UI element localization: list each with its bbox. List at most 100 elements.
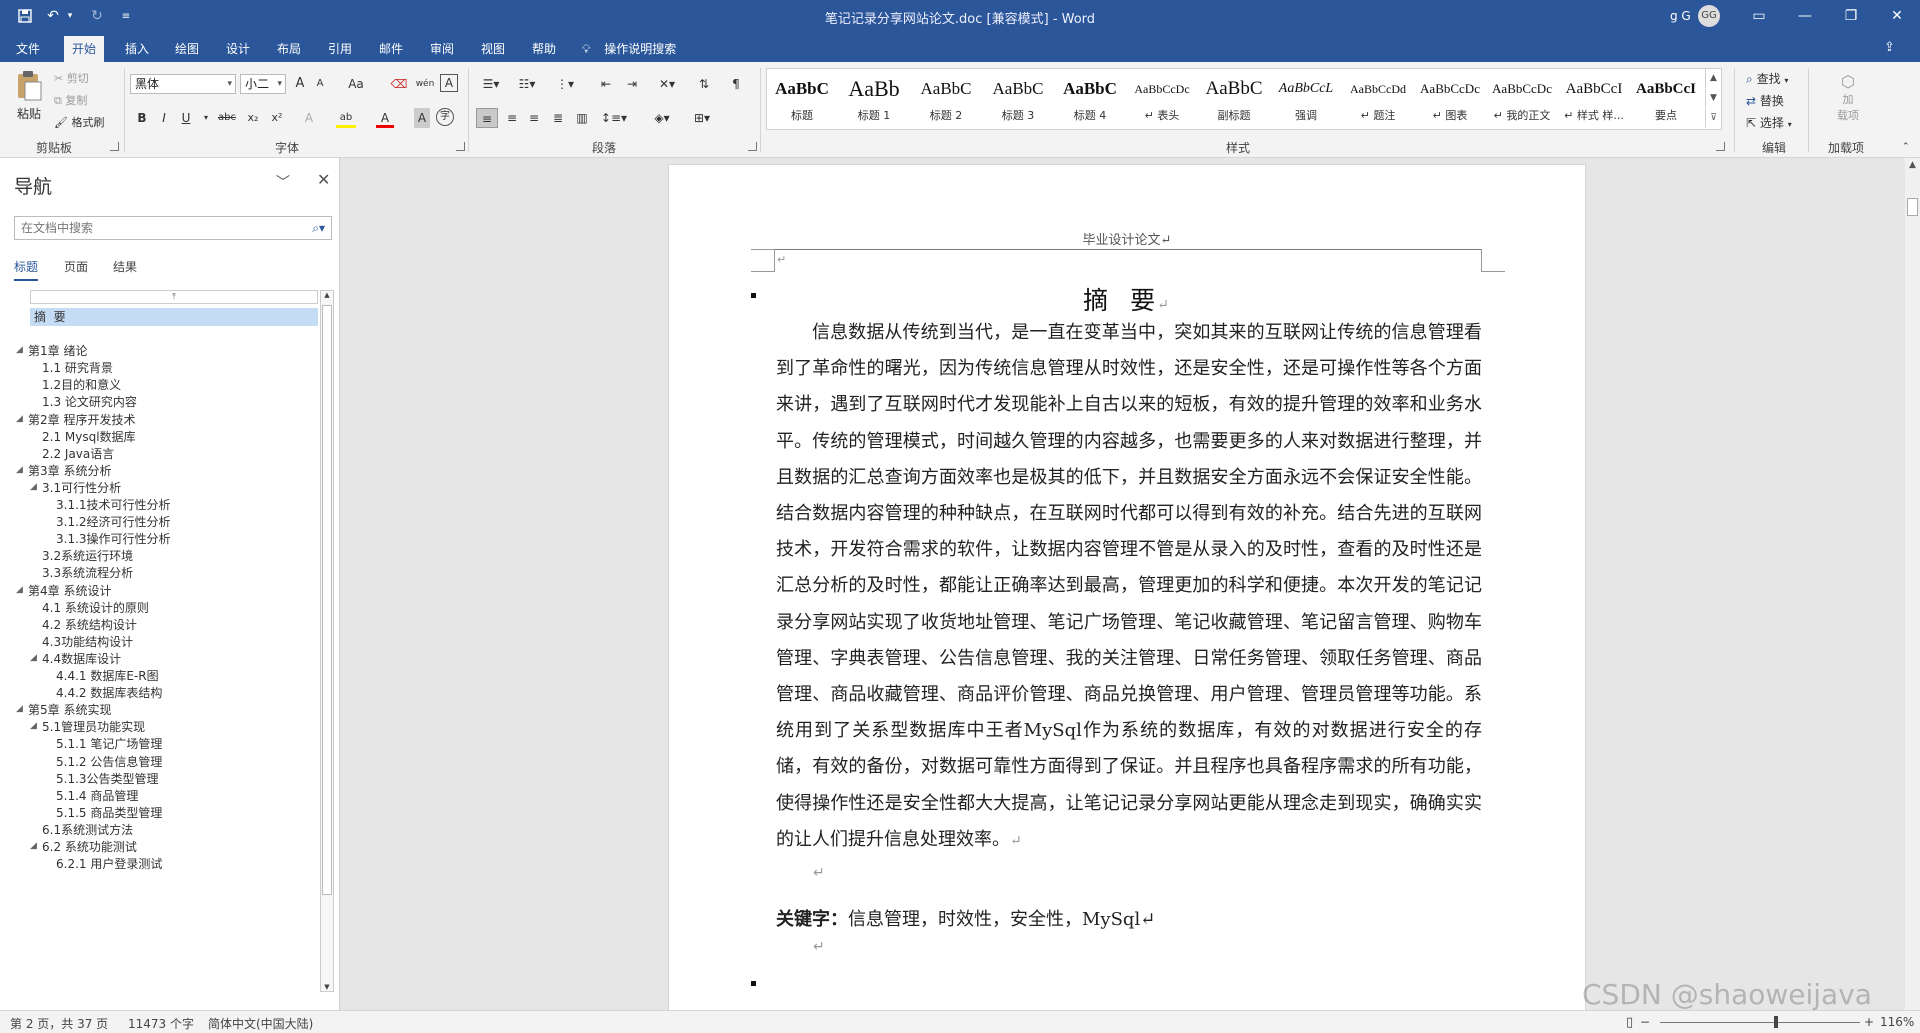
numbering-icon[interactable]: ☷▾: [514, 74, 540, 94]
font-color-icon[interactable]: A: [376, 108, 394, 128]
tab-file[interactable]: 文件: [8, 36, 48, 62]
addins-button[interactable]: ⬡ 加 载项: [1830, 72, 1866, 123]
nav-heading-item[interactable]: 摘 要: [30, 308, 318, 326]
page-count[interactable]: 第 2 页，共 37 页: [10, 1015, 108, 1032]
zoom-level[interactable]: 116%: [1880, 1015, 1914, 1029]
nav-heading-item[interactable]: 3.1.2经济可行性分析: [56, 513, 171, 531]
show-marks-icon[interactable]: ¶: [726, 74, 746, 94]
nav-heading-item[interactable]: 6.2.1 用户登录测试: [56, 855, 162, 873]
justify-icon[interactable]: ≣: [548, 108, 568, 128]
nav-heading-item[interactable]: 4.3功能结构设计: [42, 633, 133, 651]
zoom-slider-thumb[interactable]: [1774, 1016, 1778, 1028]
text-effects-icon[interactable]: A: [300, 108, 318, 128]
nav-heading-item[interactable]: 1.3 论文研究内容: [42, 393, 137, 411]
user-name[interactable]: g G: [1670, 9, 1691, 23]
tab-layout[interactable]: 布局: [269, 36, 309, 62]
chevron-down-icon[interactable]: ﹀: [276, 172, 290, 192]
expand-triangle-icon[interactable]: ◢: [16, 345, 23, 355]
tab-review[interactable]: 审阅: [422, 36, 462, 62]
empty-paragraph[interactable]: ↵: [813, 865, 825, 881]
tab-draw[interactable]: 绘图: [167, 36, 207, 62]
nav-heading-item[interactable]: 6.1系统测试方法: [42, 821, 133, 839]
close-icon[interactable]: ✕: [317, 170, 330, 189]
zoom-in-button[interactable]: +: [1864, 1015, 1874, 1029]
subscript-icon[interactable]: x₂: [244, 108, 262, 128]
nav-heading-item[interactable]: 6.2 系统功能测试: [42, 838, 137, 856]
style-key-point[interactable]: AaBbCcI 要点: [1631, 69, 1701, 129]
nav-heading-item[interactable]: 第5章 系统实现: [28, 701, 111, 719]
document-area[interactable]: 毕业设计论文↵ ↵ 摘 要↵ 信息数据从传统到当代，是一直在变革当中，突如其来的…: [341, 158, 1905, 1010]
gallery-more-icon[interactable]: ⊽: [1705, 109, 1721, 128]
nav-heading-item[interactable]: 1.2目的和意义: [42, 376, 121, 394]
nav-heading-item[interactable]: 4.2 系统结构设计: [42, 616, 137, 634]
font-name-box[interactable]: 黑体 ▾: [130, 74, 236, 94]
zoom-slider[interactable]: [1660, 1022, 1860, 1023]
expand-triangle-icon[interactable]: ◢: [30, 653, 37, 663]
nav-heading-item[interactable]: 3.2系统运行环境: [42, 547, 133, 565]
char-shading-icon[interactable]: A: [414, 108, 430, 128]
nav-heading-item[interactable]: 1.1 研究背景: [42, 359, 113, 377]
nav-heading-item[interactable]: 4.4.1 数据库E-R图: [56, 667, 159, 685]
distributed-icon[interactable]: ▥: [572, 108, 592, 128]
page-header[interactable]: 毕业设计论文↵: [669, 229, 1585, 248]
nav-heading-item[interactable]: 5.1.1 笔记广场管理: [56, 735, 162, 753]
style-chart[interactable]: AaBbCcDc ↵ 图表: [1415, 69, 1485, 129]
nav-scroll-thumb[interactable]: [322, 305, 332, 895]
expand-triangle-icon[interactable]: ◢: [16, 704, 23, 714]
tree-collapse-all-icon[interactable]: ⤒: [30, 290, 318, 304]
paste-button[interactable]: 粘贴: [12, 70, 46, 132]
nav-heading-item[interactable]: 5.1.2 公告信息管理: [56, 753, 162, 771]
multilevel-list-icon[interactable]: ⋮▾: [552, 74, 578, 94]
copy-button[interactable]: ⧉ 复制: [54, 92, 87, 108]
nav-tab-headings[interactable]: 标题: [14, 258, 39, 281]
nav-heading-item[interactable]: 第1章 绪论: [28, 342, 87, 360]
style-title[interactable]: AaBbC 标题: [767, 69, 837, 129]
format-painter-button[interactable]: 🖌︎ 格式刷: [54, 114, 104, 130]
tab-design[interactable]: 设计: [218, 36, 258, 62]
word-count[interactable]: 11473 个字: [128, 1015, 194, 1032]
scroll-thumb[interactable]: [1907, 198, 1918, 216]
nav-tab-pages[interactable]: 页面: [64, 258, 88, 279]
read-mode-icon[interactable]: ▯: [1626, 1015, 1633, 1030]
chevron-down-icon[interactable]: ▾: [200, 108, 212, 128]
style-heading-4[interactable]: AaBbC 标题 4: [1055, 69, 1125, 129]
highlight-icon[interactable]: ab: [336, 108, 356, 128]
minimize-icon[interactable]: —: [1782, 0, 1828, 32]
bold-icon[interactable]: B: [134, 108, 150, 128]
nav-heading-item[interactable]: 3.1可行性分析: [42, 479, 121, 497]
nav-heading-item[interactable]: 5.1.5 商品类型管理: [56, 804, 162, 822]
zoom-out-button[interactable]: −: [1640, 1015, 1650, 1029]
nav-heading-item[interactable]: 5.1.3公告类型管理: [56, 770, 159, 788]
style-heading-2[interactable]: AaBbC 标题 2: [911, 69, 981, 129]
nav-heading-item[interactable]: 5.1管理员功能实现: [42, 718, 145, 736]
scroll-down-icon[interactable]: ▼: [321, 983, 333, 991]
ribbon-display-icon[interactable]: ▭: [1736, 0, 1782, 32]
clipboard-launcher-icon[interactable]: [110, 142, 119, 151]
avatar[interactable]: GG: [1698, 5, 1720, 27]
replace-button[interactable]: ⇄ 替换: [1746, 92, 1784, 109]
tab-home[interactable]: 开始: [64, 36, 105, 62]
paragraph-launcher-icon[interactable]: [748, 142, 757, 151]
enclose-char-icon[interactable]: 字: [436, 108, 454, 126]
underline-icon[interactable]: U: [178, 108, 194, 128]
restore-icon[interactable]: ❐: [1828, 0, 1874, 32]
document-scrollbar[interactable]: ▲: [1905, 158, 1920, 1010]
nav-heading-item[interactable]: 第4章 系统设计: [28, 582, 111, 600]
find-button[interactable]: ⌕ 查找 ▾: [1746, 70, 1788, 87]
style-heading-3[interactable]: AaBbC 标题 3: [983, 69, 1053, 129]
expand-triangle-icon[interactable]: ◢: [30, 841, 37, 851]
expand-triangle-icon[interactable]: ◢: [16, 414, 23, 424]
style-caption[interactable]: AaBbCcDd ↵ 题注: [1343, 69, 1413, 129]
tab-help[interactable]: 帮助: [524, 36, 564, 62]
nav-heading-item[interactable]: 第3章 系统分析: [28, 462, 111, 480]
nav-scrollbar[interactable]: ▲ ▼: [320, 290, 334, 992]
nav-heading-item[interactable]: 4.4.2 数据库表结构: [56, 684, 162, 702]
gallery-up-icon[interactable]: ▲: [1705, 69, 1721, 88]
abstract-body[interactable]: 信息数据从传统到当代，是一直在变革当中，突如其来的互联网让传统的信息管理看到了革…: [776, 315, 1482, 859]
document-page[interactable]: 毕业设计论文↵ ↵ 摘 要↵ 信息数据从传统到当代，是一直在变革当中，突如其来的…: [668, 164, 1586, 1010]
superscript-icon[interactable]: x²: [268, 108, 286, 128]
nav-heading-item[interactable]: 4.1 系统设计的原则: [42, 599, 149, 617]
change-case-icon[interactable]: Aa: [344, 74, 368, 94]
scroll-up-icon[interactable]: ▲: [1905, 160, 1920, 170]
cut-button[interactable]: ✂ 剪切: [54, 70, 89, 86]
